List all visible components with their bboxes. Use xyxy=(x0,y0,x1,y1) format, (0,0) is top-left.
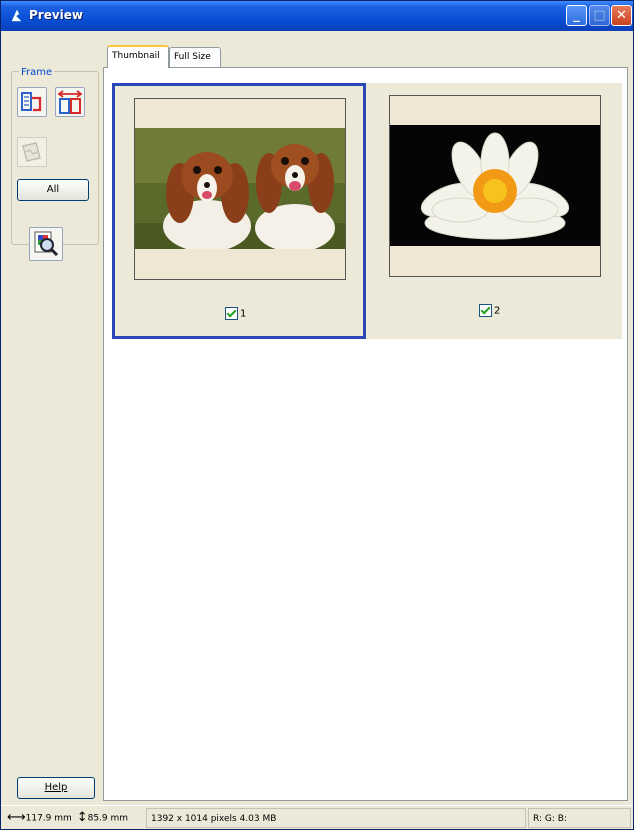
preview-window: Preview _ □ ✕ Frame All Help Thumbnail F… xyxy=(0,0,634,830)
title-bar[interactable]: Preview _ □ ✕ xyxy=(1,1,633,31)
minimize-button[interactable]: _ xyxy=(566,5,587,26)
thumbnail-image-lily[interactable] xyxy=(390,125,600,246)
thumbnail-list: 1 2 xyxy=(112,83,622,339)
adjust-frame-icon xyxy=(57,90,83,114)
app-icon xyxy=(11,9,22,22)
auto-locate-icon xyxy=(21,92,42,112)
thumbnail-checkbox[interactable]: 2 xyxy=(479,304,500,317)
status-bar: ⟷117.9 mm ↕85.9 mm 1392 x 1014 pixels 4.… xyxy=(1,805,633,830)
close-button[interactable]: ✕ xyxy=(611,5,632,26)
frame-label: Frame xyxy=(19,67,55,78)
thumbnail-checkbox[interactable]: 1 xyxy=(225,307,246,320)
thumbnail-panel: 1 2 xyxy=(103,67,628,801)
thumbnail-frame xyxy=(134,98,346,280)
checkbox-icon xyxy=(225,307,238,320)
tab-full-size[interactable]: Full Size xyxy=(169,47,221,67)
maximize-button[interactable]: □ xyxy=(589,5,610,26)
height-arrow-icon: ↕ xyxy=(76,810,88,825)
window-title: Preview xyxy=(29,8,84,22)
image-info: 1392 x 1014 pixels 4.03 MB xyxy=(146,808,526,828)
left-panel: Frame All Help xyxy=(7,37,99,802)
thumbnail-number: 2 xyxy=(494,305,501,317)
minimize-icon: _ xyxy=(573,8,580,23)
zoom-icon xyxy=(34,231,59,257)
thumbnail-number: 1 xyxy=(240,308,247,320)
width-arrow-icon: ⟷ xyxy=(7,810,26,825)
all-button[interactable]: All xyxy=(17,179,89,201)
thumbnail-item[interactable]: 2 xyxy=(368,83,622,339)
height-value: 85.9 mm xyxy=(87,813,129,824)
width-value: 117.9 mm xyxy=(25,813,72,824)
maximize-icon: □ xyxy=(593,8,606,23)
tab-thumbnail[interactable]: Thumbnail xyxy=(107,45,169,68)
close-icon: ✕ xyxy=(616,8,627,23)
help-button[interactable]: Help xyxy=(17,777,95,799)
thumbnail-item[interactable]: 1 xyxy=(112,83,366,339)
delete-frame-icon xyxy=(22,142,41,162)
thumbnail-frame xyxy=(389,95,601,277)
adjust-frame-button[interactable] xyxy=(55,87,85,117)
delete-frame-button[interactable] xyxy=(17,137,47,167)
dimensions-cell: ⟷117.9 mm ↕85.9 mm xyxy=(3,808,143,828)
auto-locate-button[interactable] xyxy=(17,87,47,117)
rgb-readout: R: G: B: xyxy=(528,808,631,828)
zoom-button[interactable] xyxy=(29,227,63,261)
checkbox-icon xyxy=(479,304,492,317)
thumbnail-image-dogs[interactable] xyxy=(135,128,345,249)
